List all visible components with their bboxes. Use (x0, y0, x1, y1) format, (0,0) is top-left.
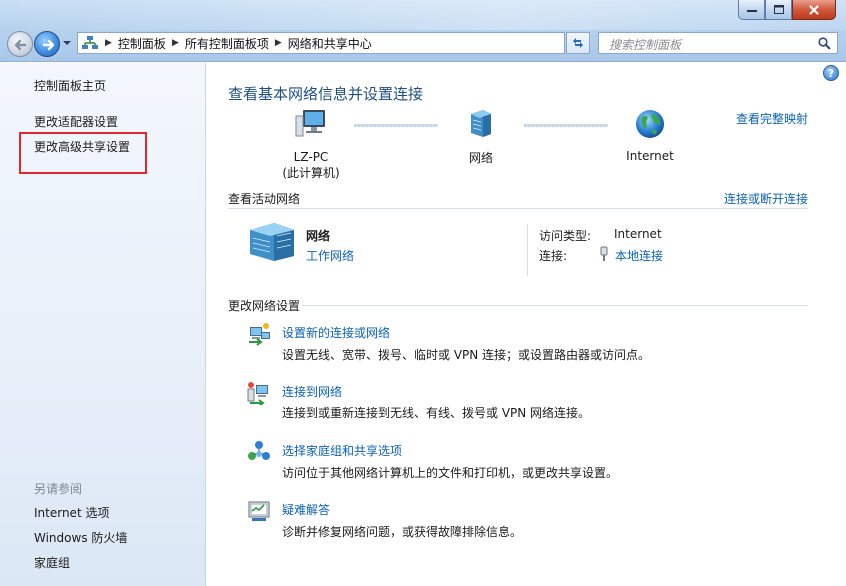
help-icon[interactable]: ? (823, 65, 839, 81)
task-troubleshoot-link[interactable]: 疑难解答 (282, 501, 330, 518)
network-location-icon (82, 36, 98, 49)
network-icon (471, 110, 491, 137)
see-also-internet-options[interactable]: Internet 选项 (34, 504, 109, 521)
maximize-icon (773, 5, 784, 14)
sidebar-item-change-adapter-settings[interactable]: 更改适配器设置 (34, 113, 118, 130)
divider (302, 305, 808, 306)
network-building-icon (250, 223, 294, 261)
task-connect-network-desc: 连接到或重新连接到无线、有线、拨号或 VPN 网络连接。 (282, 406, 591, 420)
change-settings-heading: 更改网络设置 (228, 299, 301, 313)
network-label: 网络 (468, 151, 493, 165)
ethernet-plug-icon (600, 246, 608, 261)
refresh-button[interactable] (566, 32, 590, 54)
breadcrumb-separator-icon[interactable]: ▶ (105, 38, 112, 48)
breadcrumb-separator-icon[interactable]: ▶ (172, 38, 179, 48)
map-node-computer[interactable] (281, 108, 341, 140)
map-connector (524, 124, 608, 127)
window-controls (738, 0, 836, 20)
computer-sublabel: (此计算机) (282, 166, 340, 180)
task-setup-connection-link[interactable]: 设置新的连接或网络 (282, 324, 390, 341)
task-connect-network-link[interactable]: 连接到网络 (282, 383, 342, 400)
back-button[interactable] (7, 31, 33, 57)
computer-icon (295, 110, 325, 137)
forward-button[interactable] (34, 31, 60, 57)
divider (228, 208, 808, 209)
task-homegroup-link[interactable]: 选择家庭组和共享选项 (282, 442, 402, 459)
troubleshoot-icon (248, 501, 270, 521)
connect-disconnect-link[interactable]: 连接或断开连接 (724, 190, 808, 207)
maximize-button[interactable] (765, 0, 792, 20)
minimize-icon (746, 9, 757, 12)
homegroup-icon (248, 441, 270, 460)
local-connection-link[interactable]: 本地连接 (615, 247, 663, 264)
search-icon[interactable] (818, 37, 831, 50)
recent-pages-chevron-icon[interactable] (62, 38, 72, 48)
back-arrow-icon (14, 39, 27, 51)
forward-arrow-icon (42, 39, 55, 51)
window-chrome: ▶ 控制面板 ▶ 所有控制面板项 ▶ 网络和共享中心 搜索控制面板 (0, 0, 846, 62)
vertical-divider (527, 224, 528, 276)
search-box[interactable]: 搜索控制面板 (598, 32, 838, 54)
map-node-internet[interactable]: Internet (620, 108, 680, 163)
network-type-link[interactable]: 工作网络 (306, 247, 354, 264)
computer-name: LZ-PC (293, 150, 329, 164)
map-connector (354, 124, 438, 127)
sidebar-item-control-panel-home[interactable]: 控制面板主页 (34, 77, 106, 94)
see-also-windows-firewall[interactable]: Windows 防火墙 (34, 529, 127, 546)
breadcrumb-separator-icon[interactable]: ▶ (275, 38, 282, 48)
see-also-homegroup[interactable]: 家庭组 (34, 554, 70, 571)
breadcrumb-all-items[interactable]: 所有控制面板项 (185, 35, 269, 52)
globe-icon (636, 110, 664, 138)
refresh-icon (573, 38, 583, 48)
close-icon (809, 4, 819, 15)
map-node-network[interactable]: 网络 (455, 108, 507, 166)
view-full-map-link[interactable]: 查看完整映射 (736, 110, 808, 127)
page-title: 查看基本网络信息并设置连接 (228, 85, 424, 103)
see-also-heading: 另请参阅 (34, 482, 83, 496)
new-connection-icon (249, 323, 270, 346)
breadcrumb-control-panel[interactable]: 控制面板 (118, 35, 166, 52)
task-homegroup-desc: 访问位于其他网络计算机上的文件和打印机，或更改共享设置。 (282, 466, 619, 480)
task-troubleshoot-desc: 诊断并修复网络问题，或获得故障排除信息。 (282, 525, 523, 539)
minimize-button[interactable] (738, 0, 765, 20)
active-network-name: 网络 (306, 229, 331, 243)
access-type-value: Internet (614, 227, 662, 241)
search-input[interactable]: 搜索控制面板 (609, 36, 681, 53)
task-setup-connection-desc: 设置无线、宽带、拨号、临时或 VPN 连接；或设置路由器或访问点。 (282, 348, 651, 362)
close-button[interactable] (792, 0, 836, 20)
connections-label: 连接: (539, 249, 568, 263)
internet-label: Internet (626, 149, 674, 163)
address-bar[interactable]: ▶ 控制面板 ▶ 所有控制面板项 ▶ 网络和共享中心 (77, 32, 565, 54)
breadcrumb-network-center[interactable]: 网络和共享中心 (288, 35, 372, 52)
highlight-box (19, 132, 147, 174)
map-node-computer-label: LZ-PC (此计算机) (271, 150, 351, 181)
active-networks-heading: 查看活动网络 (228, 192, 301, 206)
access-type-label: 访问类型: (539, 229, 592, 243)
connect-network-icon (247, 382, 268, 405)
